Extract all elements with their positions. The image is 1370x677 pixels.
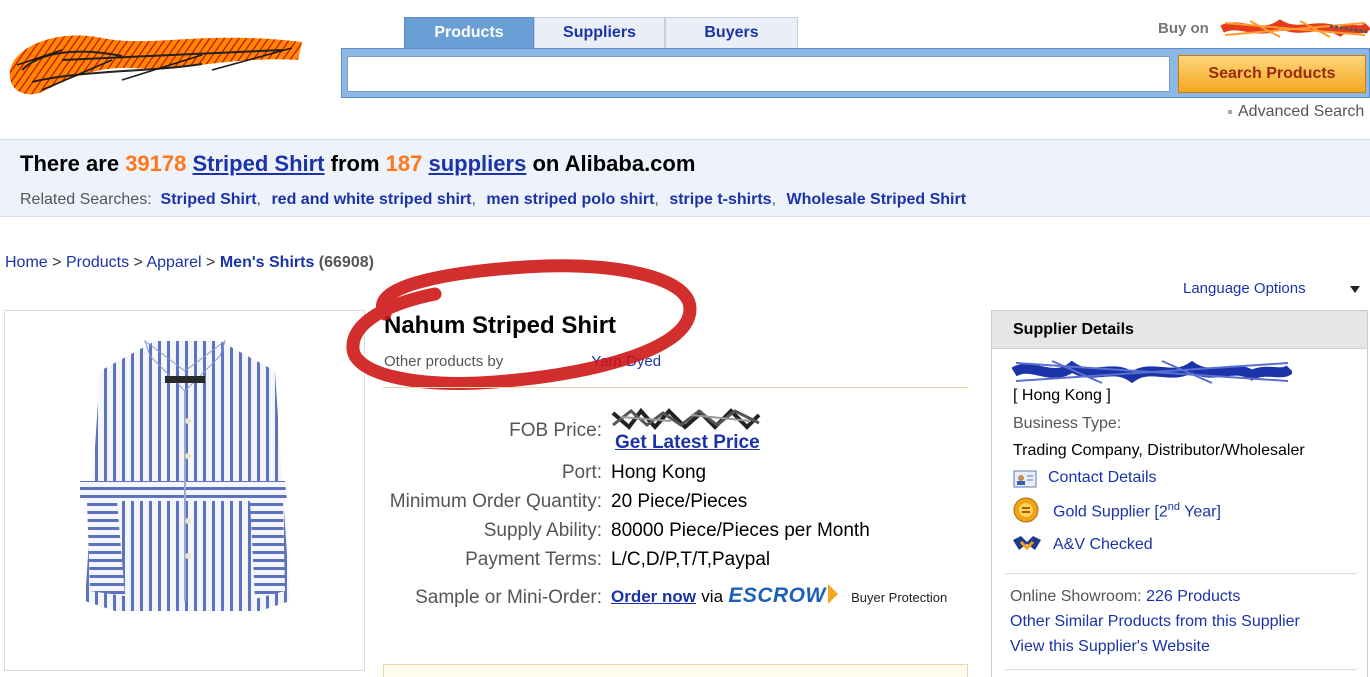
breadcrumb: Home > Products > Apparel > Men's Shirts… <box>5 254 374 272</box>
other-products-link[interactable]: Yarn Dyed <box>591 353 661 370</box>
via-label: via <box>701 587 724 606</box>
escrow-logo[interactable]: ESCROW <box>728 584 826 608</box>
keyword-link[interactable]: Striped Shirt <box>193 151 325 176</box>
other-products-label: Other products by <box>384 353 504 370</box>
related-searches-label: Related Searches: <box>20 191 152 208</box>
buyer-protection-label: Buyer Protection <box>851 590 948 605</box>
related-search-link[interactable]: red and white striped shirt <box>271 191 471 208</box>
other-products: Other products by Yarn Dyed <box>384 353 661 370</box>
business-type-label: Business Type: <box>1013 415 1122 432</box>
spec-value: 20 Piece/Pieces <box>611 491 748 512</box>
related-search-link[interactable]: Striped Shirt <box>161 191 257 208</box>
online-showroom-link[interactable]: 226 Products <box>1146 588 1240 605</box>
handshake-icon <box>1013 536 1041 551</box>
category-count: (66908) <box>318 254 374 271</box>
results-banner: There are 39178 Striped Shirt from 187 s… <box>0 139 1370 217</box>
bullet-icon <box>1228 109 1232 114</box>
order-now-link[interactable]: Order now <box>611 587 696 606</box>
gold-supplier-icon <box>1013 497 1039 523</box>
results-prefix: There are <box>20 151 120 176</box>
breadcrumb-apparel[interactable]: Apparel <box>146 254 201 271</box>
breadcrumb-mens-shirts[interactable]: Men's Shirts <box>220 254 315 271</box>
gold-supplier-year: Year] <box>1179 503 1221 521</box>
business-type-value: Trading Company, Distributor/Wholesaler <box>1013 442 1305 459</box>
section-divider <box>1005 573 1357 574</box>
buy-on-label: Buy on <box>1158 20 1209 37</box>
spec-label: Sample or Mini-Order: <box>415 587 602 608</box>
spec-value: Hong Kong <box>611 462 707 483</box>
section-divider <box>383 387 968 388</box>
related-search-link[interactable]: men striped polo shirt <box>486 191 654 208</box>
spec-value: 80000 Piece/Pieces per Month <box>611 520 870 541</box>
contact-card-icon <box>1013 470 1037 488</box>
results-from: from <box>330 151 380 176</box>
tab-products[interactable]: Products <box>404 17 534 49</box>
redacted-price <box>611 407 761 431</box>
tab-suppliers[interactable]: Suppliers <box>534 17 665 49</box>
related-search-link[interactable]: Wholesale Striped Shirt <box>786 191 966 208</box>
sample-order-value: Order now via ESCROW Buyer Protection <box>611 584 947 608</box>
spec-label: Port: <box>561 462 602 483</box>
striped-shirt-image <box>80 339 290 611</box>
spec-label: Supply Ability: <box>483 520 602 541</box>
search-bar: Search Products <box>341 48 1370 98</box>
online-showroom-label: Online Showroom: <box>1010 588 1142 605</box>
results-suffix: on Alibaba.com <box>532 151 696 176</box>
inquiry-box <box>383 664 968 677</box>
results-count: 39178 <box>125 151 187 176</box>
other-similar-products-link[interactable]: Other Similar Products from this Supplie… <box>1010 613 1300 631</box>
chevron-down-icon[interactable] <box>1350 286 1360 293</box>
online-showroom: Online Showroom: 226 Products <box>1010 588 1240 606</box>
section-divider <box>1005 669 1357 670</box>
spec-label: Minimum Order Quantity: <box>389 491 602 512</box>
redacted-supplier-name[interactable] <box>1012 359 1292 385</box>
gold-supplier-link[interactable]: Gold Supplier [2nd Year] <box>1053 501 1221 521</box>
language-options-link[interactable]: Language Options <box>1183 280 1306 297</box>
av-checked-link[interactable]: A&V Checked <box>1053 536 1153 554</box>
related-searches: Related Searches: Striped Shirt, red and… <box>20 191 967 208</box>
advanced-search-label: Advanced Search <box>1238 103 1365 120</box>
suppliers-link[interactable]: suppliers <box>429 151 527 176</box>
gold-supplier-ordinal: nd <box>1167 501 1180 513</box>
redacted-site-name <box>1220 19 1370 38</box>
supplier-location: [ Hong Kong ] <box>1013 387 1111 404</box>
product-image[interactable] <box>4 310 365 671</box>
breadcrumb-home[interactable]: Home <box>5 254 48 271</box>
search-input[interactable] <box>347 56 1170 92</box>
supplier-details-panel: Supplier Details [ Hong Kong ] Business … <box>991 310 1368 677</box>
results-summary: There are 39178 Striped Shirt from 187 s… <box>20 151 695 177</box>
related-search-link[interactable]: stripe t-shirts <box>669 191 771 208</box>
supplier-website-link[interactable]: View this Supplier's Website <box>1010 638 1210 656</box>
get-latest-price-link[interactable]: Get Latest Price <box>615 432 760 454</box>
breadcrumb-separator: > <box>133 254 143 271</box>
search-tabs: Products Suppliers Buyers <box>404 17 798 49</box>
spec-label: FOB Price: <box>509 420 602 441</box>
escrow-arrow-icon <box>827 584 838 604</box>
supplier-details-heading: Supplier Details <box>992 311 1367 349</box>
gold-supplier-label: Gold Supplier [2 <box>1053 503 1168 521</box>
spec-value: L/C,D/P,T/T,Paypal <box>611 549 771 570</box>
supplier-count: 187 <box>385 151 423 176</box>
contact-details-link[interactable]: Contact Details <box>1048 469 1157 487</box>
spec-label: Payment Terms: <box>465 549 602 570</box>
breadcrumb-separator: > <box>52 254 62 271</box>
breadcrumb-separator: > <box>206 254 216 271</box>
tab-buyers[interactable]: Buyers <box>665 17 798 49</box>
advanced-search-link[interactable]: Advanced Search <box>1228 103 1364 121</box>
product-title: Nahum Striped Shirt <box>384 312 617 339</box>
search-products-button[interactable]: Search Products <box>1178 55 1366 93</box>
site-logo[interactable] <box>2 20 306 98</box>
breadcrumb-products[interactable]: Products <box>66 254 129 271</box>
